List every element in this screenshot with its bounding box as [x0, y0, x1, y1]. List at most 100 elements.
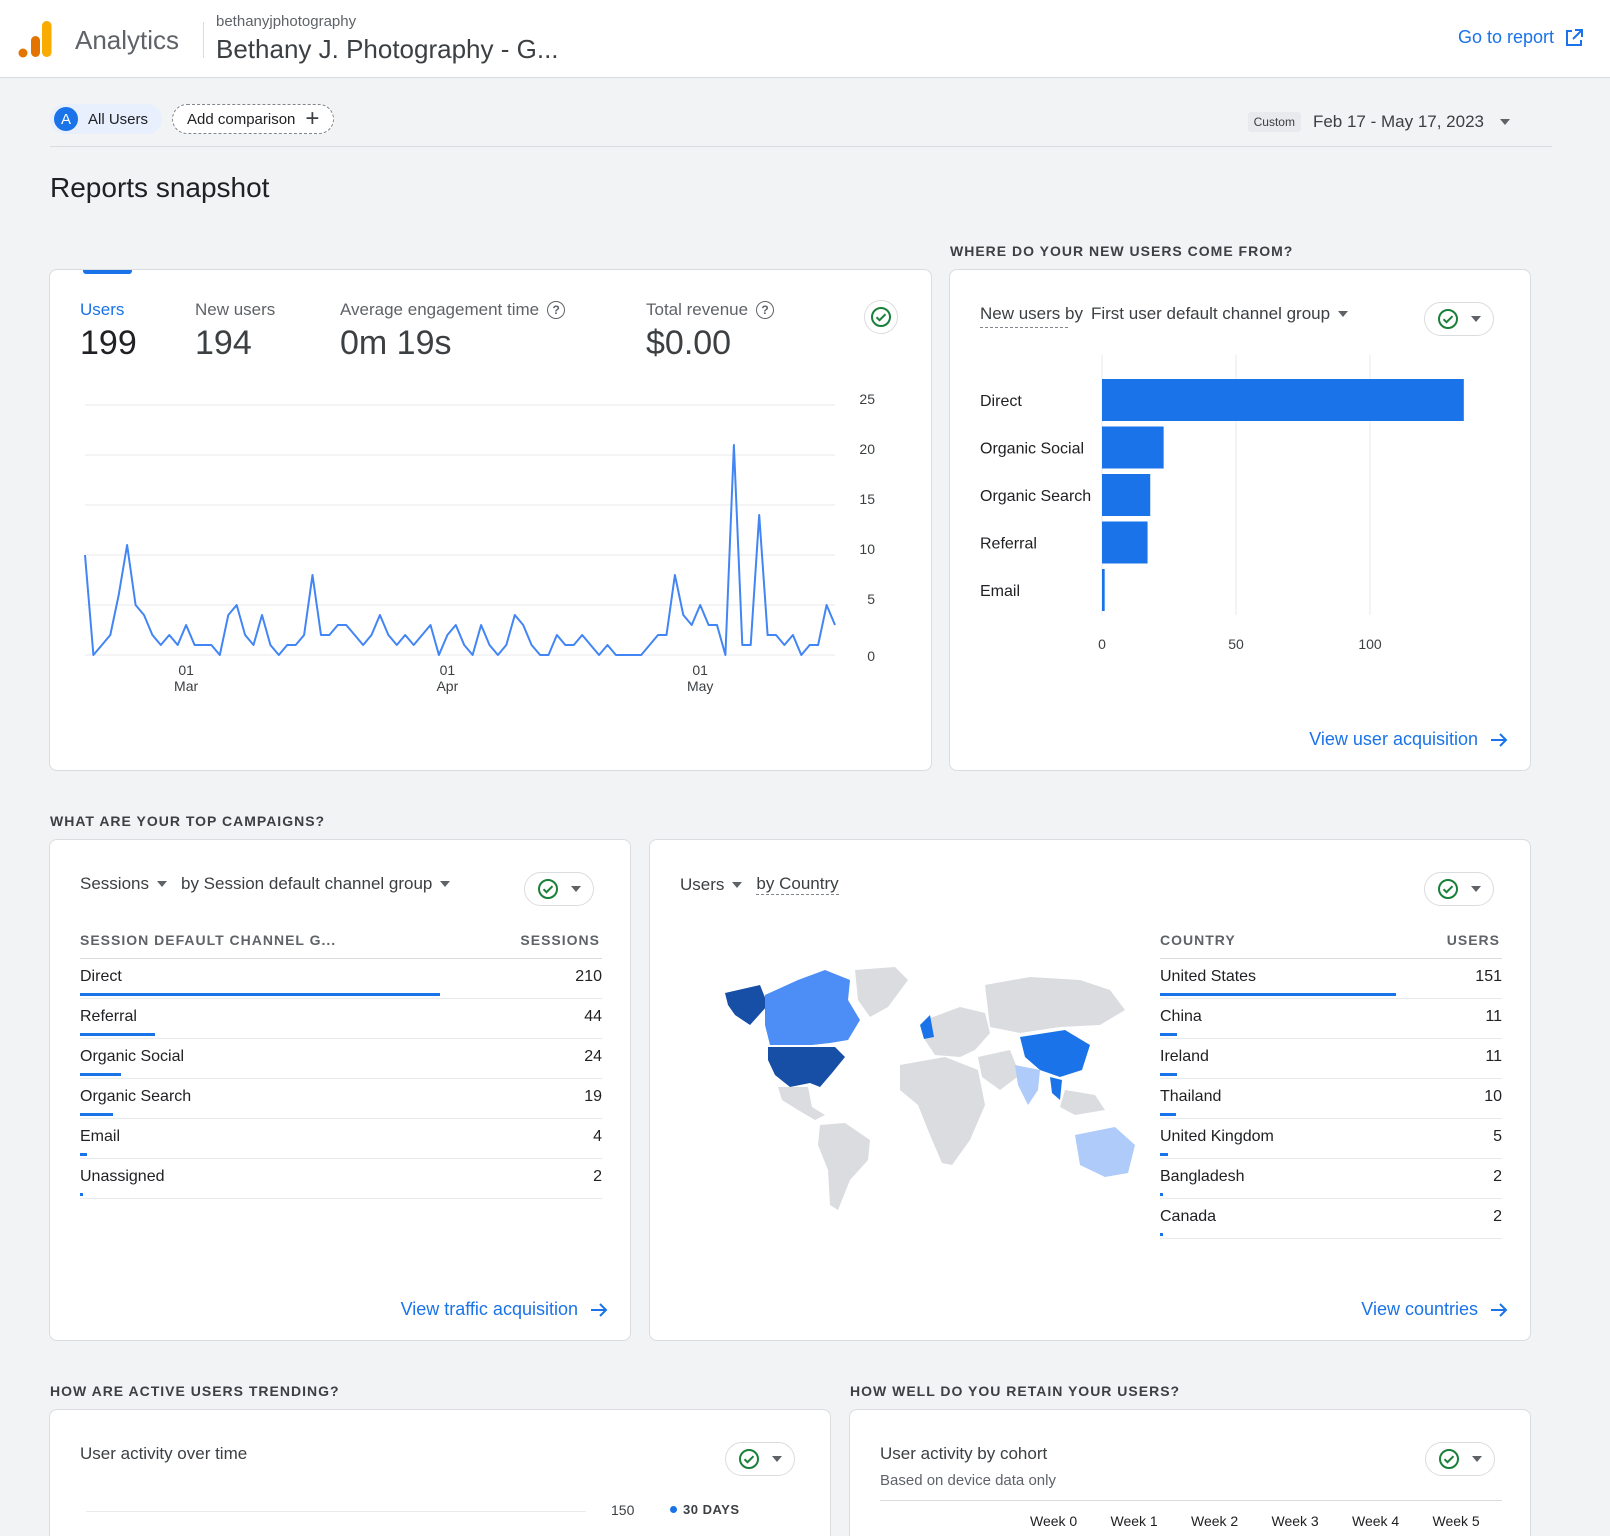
insights-button[interactable]	[1425, 1442, 1495, 1476]
row-share-bar	[1160, 1233, 1164, 1236]
analytics-logo-icon[interactable]	[18, 20, 52, 58]
row-value: 2	[1493, 1168, 1502, 1185]
channel-bar-chart: 0 50 100 Direct Organic Social Organic Search…	[980, 355, 1464, 652]
map-india[interactable]	[1015, 1065, 1040, 1105]
chevron-down-icon	[772, 1456, 782, 1462]
insights-button[interactable]	[1424, 872, 1494, 906]
retention-card-subtitle: Based on device data only	[880, 1472, 1056, 1489]
table-row[interactable]: United States 151	[1160, 960, 1502, 999]
week-label: Week 1	[1110, 1513, 1158, 1529]
row-label: Bangladesh	[1160, 1168, 1245, 1185]
add-comparison-label: Add comparison	[187, 110, 296, 128]
countries-card: Users by Country COUNTRY USERS United St…	[649, 839, 1531, 1341]
property-selector[interactable]: Bethany J. Photography - G...	[216, 34, 559, 65]
retention-divider	[880, 1500, 1502, 1501]
row-value: 2	[593, 1168, 602, 1185]
bar-category-label: Organic Search	[980, 488, 1091, 505]
plus-icon: +	[305, 105, 320, 132]
activity-legend: 30 DAYS	[670, 1502, 740, 1517]
column-header-country[interactable]: COUNTRY	[1160, 932, 1236, 948]
go-to-report-link[interactable]: Go to report	[1458, 27, 1584, 48]
row-share-bar	[1160, 1113, 1176, 1116]
map-south-america[interactable]	[818, 1123, 870, 1210]
header-divider	[203, 22, 204, 58]
check-circle-icon	[538, 879, 558, 899]
row-value: 19	[584, 1088, 602, 1105]
toolbar-divider	[50, 146, 1552, 147]
map-australia[interactable]	[1075, 1127, 1135, 1177]
y-tick-label: 25	[859, 391, 875, 407]
map-thailand[interactable]	[1050, 1077, 1062, 1100]
table-row[interactable]: China 11	[1160, 1000, 1502, 1039]
all-users-chip[interactable]: A All Users	[50, 104, 163, 134]
date-range-picker[interactable]: Custom Feb 17 - May 17, 2023	[1247, 112, 1510, 132]
table-row[interactable]: Direct 210	[80, 960, 602, 999]
table-row[interactable]: Organic Social 24	[80, 1040, 602, 1079]
table-row[interactable]: Bangladesh 2	[1160, 1160, 1502, 1199]
retention-card: User activity by cohort Based on device …	[849, 1409, 1531, 1536]
row-label: Organic Search	[80, 1088, 192, 1105]
x-tick-label: 50	[1228, 636, 1244, 652]
insights-button[interactable]	[524, 872, 594, 906]
view-traffic-acquisition-link[interactable]: View traffic acquisition	[401, 1299, 608, 1320]
chevron-down-icon	[440, 881, 451, 887]
table-row[interactable]: Canada 2	[1160, 1200, 1502, 1239]
y-tick-label: 5	[867, 591, 875, 607]
table-row[interactable]: United Kingdom 5	[1160, 1120, 1502, 1159]
y-tick-label: 15	[859, 491, 875, 507]
row-share-bar	[80, 1153, 87, 1156]
bar-category-label: Organic Social	[980, 441, 1084, 458]
app-name[interactable]: Analytics	[75, 25, 179, 56]
column-header-users[interactable]: USERS	[1447, 932, 1500, 948]
retention-card-title: User activity by cohort	[880, 1444, 1048, 1463]
row-share-bar	[1160, 993, 1396, 996]
row-share-bar	[80, 1193, 84, 1196]
map-alaska[interactable]	[725, 985, 768, 1025]
account-name[interactable]: bethanyjphotography	[216, 13, 356, 30]
view-user-acquisition-link[interactable]: View user acquisition	[1309, 729, 1508, 750]
table-row[interactable]: Ireland 11	[1160, 1040, 1502, 1079]
map-greenland[interactable]	[855, 967, 908, 1017]
campaigns-card-title[interactable]: Sessions by Session default channel grou…	[80, 874, 451, 894]
map-russia[interactable]	[985, 977, 1125, 1033]
section-new-users: WHERE DO YOUR NEW USERS COME FROM?	[950, 243, 1294, 259]
insights-button[interactable]	[725, 1442, 795, 1476]
column-header-sessions[interactable]: SESSIONS	[520, 932, 600, 948]
map-europe[interactable]	[925, 1007, 990, 1057]
row-share-bar	[1160, 1193, 1164, 1196]
section-active-users: HOW ARE ACTIVE USERS TRENDING?	[50, 1383, 340, 1399]
row-label: Organic Social	[80, 1048, 185, 1065]
column-header-channel[interactable]: SESSION DEFAULT CHANNEL G...	[80, 932, 336, 948]
map-canada[interactable]	[765, 970, 860, 1045]
y-tick-label: 0	[867, 648, 875, 664]
map-southeast-asia[interactable]	[1060, 1090, 1105, 1115]
add-comparison-button[interactable]: Add comparison +	[172, 104, 335, 134]
world-map[interactable]	[720, 965, 1150, 1215]
table-row[interactable]: Email 4	[80, 1120, 602, 1159]
map-africa[interactable]	[900, 1057, 985, 1165]
row-label: Thailand	[1160, 1088, 1222, 1105]
table-row[interactable]: Unassigned 2	[80, 1160, 602, 1199]
bar	[1102, 521, 1148, 564]
x-tick-month: Mar	[174, 678, 198, 694]
row-label: Direct	[80, 968, 122, 985]
section-campaigns: WHAT ARE YOUR TOP CAMPAIGNS?	[50, 813, 326, 829]
bar-category-label: Email	[980, 583, 1020, 600]
view-countries-link[interactable]: View countries	[1361, 1299, 1508, 1320]
date-range-text: Feb 17 - May 17, 2023	[1312, 112, 1484, 131]
page-title: Reports snapshot	[50, 172, 270, 203]
chevron-down-icon	[1471, 886, 1481, 892]
open-in-new-icon	[1566, 28, 1583, 46]
map-mexico[interactable]	[778, 1087, 825, 1120]
table-row[interactable]: Organic Search 19	[80, 1080, 602, 1119]
week-label: Week 5	[1432, 1513, 1480, 1529]
chevron-down-icon	[1500, 119, 1510, 125]
map-middle-east[interactable]	[978, 1050, 1020, 1090]
bar	[1102, 426, 1164, 469]
segment-label: All Users	[88, 110, 149, 128]
map-usa[interactable]	[768, 1047, 845, 1087]
table-row[interactable]: Referral 44	[80, 1000, 602, 1039]
countries-card-title[interactable]: Users by Country	[680, 874, 839, 895]
table-row[interactable]: Thailand 10	[1160, 1080, 1502, 1119]
title-dimension: by Country	[756, 874, 839, 895]
